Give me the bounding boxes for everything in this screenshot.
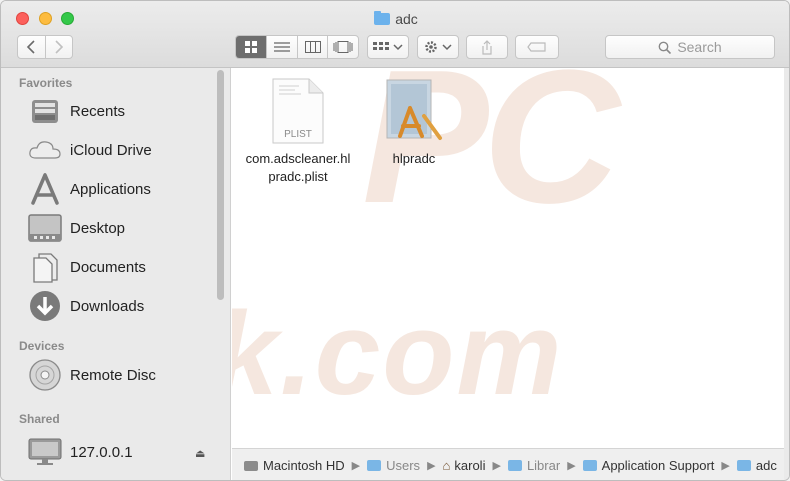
path-separator-icon: ▶ [427, 460, 436, 472]
download-icon [27, 289, 63, 323]
gallery-view-button[interactable] [327, 36, 358, 58]
sidebar: Favorites Recents iCloud Drive Applicati… [1, 68, 231, 480]
search-icon [658, 41, 672, 54]
folder-icon [367, 460, 382, 471]
hard-disk-icon [244, 460, 258, 471]
applications-icon [27, 172, 63, 206]
path-bar: Macintosh HD ▶ Users ▶ ⌂ karoli ▶ Librar … [232, 448, 784, 480]
sidebar-item-label: Desktop [70, 219, 126, 237]
path-item-macintosh-hd[interactable]: Macintosh HD ▶ [244, 458, 367, 473]
file-item-app[interactable]: hlpradc [370, 78, 458, 168]
file-name-line: hlpradc [392, 151, 436, 166]
folder-icon [507, 460, 522, 471]
sidebar-scrollbar[interactable] [217, 70, 224, 300]
icon-view-button[interactable] [236, 36, 267, 58]
chevron-down-icon [442, 44, 452, 51]
chevron-left-icon [27, 40, 36, 54]
sidebar-item-label: 127.0.0.1 [70, 443, 133, 461]
watermark-risk: risk.com [232, 288, 564, 420]
sidebar-item-desktop[interactable]: Desktop [27, 211, 125, 245]
path-separator-icon: ▶ [567, 460, 576, 472]
sidebar-item-applications[interactable]: Applications [27, 172, 151, 206]
list-icon [274, 42, 291, 52]
sidebar-item-label: Downloads [70, 297, 145, 315]
home-icon: ⌂ [442, 458, 451, 473]
file-name-line: pradc.plist [268, 169, 328, 184]
sidebar-item-icloud[interactable]: iCloud Drive [27, 133, 152, 167]
coverflow-icon [333, 41, 353, 53]
sidebar-item-recents[interactable]: Recents [27, 94, 125, 128]
shared-header: Shared [19, 412, 60, 426]
search-field[interactable]: Search [605, 35, 775, 59]
path-separator-icon: ▶ [492, 460, 501, 472]
window-title-text: adc [395, 11, 418, 27]
path-item-label: karoli [454, 458, 486, 473]
cloud-icon [27, 133, 63, 167]
column-view-button[interactable] [296, 36, 328, 58]
desktop-icon [27, 211, 63, 245]
path-item-label: Macintosh HD [263, 458, 345, 473]
eject-icon[interactable]: ⏏ [195, 447, 205, 460]
sidebar-item-label: Recents [70, 102, 126, 120]
sidebar-item-label: Remote Disc [70, 366, 156, 384]
list-view-button[interactable] [266, 36, 297, 58]
gear-icon [425, 41, 437, 53]
folder-icon [582, 460, 597, 471]
action-button[interactable] [417, 35, 459, 59]
sidebar-item-documents[interactable]: Documents [27, 250, 146, 284]
path-item-label: Users [386, 458, 421, 473]
forward-button[interactable] [44, 36, 72, 58]
plist-badge: PLIST [284, 129, 312, 140]
share-button[interactable] [466, 35, 508, 59]
path-item-adc[interactable]: adc [736, 458, 777, 473]
window-right-edge [784, 68, 789, 480]
path-item-label: adc [755, 458, 777, 473]
path-item-home[interactable]: ⌂ karoli ▶ [443, 458, 508, 473]
sidebar-item-label: iCloud Drive [70, 141, 152, 159]
navigation-buttons [17, 35, 73, 59]
chevron-down-icon [393, 44, 403, 51]
plist-file-icon: PLIST [271, 78, 325, 144]
recents-icon [27, 94, 63, 128]
devices-header: Devices [19, 339, 65, 353]
share-icon [482, 39, 492, 55]
tag-icon [527, 42, 546, 52]
back-button[interactable] [18, 36, 45, 58]
path-item-users[interactable]: Users ▶ [367, 458, 442, 473]
chevron-right-icon [55, 40, 64, 54]
arrange-grid-icon [373, 42, 389, 50]
search-placeholder: Search [677, 39, 722, 55]
folder-icon [374, 11, 391, 25]
folder-icon [736, 460, 751, 471]
sidebar-item-shared-host[interactable]: 127.0.0.1 [27, 435, 133, 469]
view-mode-group [235, 35, 359, 59]
disc-icon [27, 358, 63, 392]
path-item-library[interactable]: Librar ▶ [507, 458, 583, 473]
document-icon [27, 250, 63, 284]
toolbar: adc Search [1, 1, 789, 68]
path-item-label: Librar [526, 458, 561, 473]
file-name-line: com.adscleaner.hl [245, 151, 351, 166]
arrange-button[interactable] [367, 35, 409, 59]
favorites-header: Favorites [19, 76, 73, 90]
app-file-icon [384, 78, 444, 144]
finder-window: adc Search Favorites Recents iCloud Driv… [0, 0, 790, 481]
path-item-label: Application Support [601, 458, 715, 473]
columns-icon [304, 41, 321, 53]
file-browser-content: PC risk.com PLIST com.adscleaner.hl prad… [232, 68, 784, 448]
path-separator-icon: ▶ [721, 460, 730, 472]
monitor-icon [27, 435, 63, 469]
path-item-application-support[interactable]: Application Support ▶ [582, 458, 737, 473]
file-item-plist[interactable]: PLIST com.adscleaner.hl pradc.plist [234, 78, 362, 186]
sidebar-item-label: Applications [70, 180, 151, 198]
sidebar-item-remote-disc[interactable]: Remote Disc [27, 358, 156, 392]
window-title: adc [1, 11, 789, 27]
path-separator-icon: ▶ [351, 460, 361, 472]
sidebar-item-label: Documents [70, 258, 146, 276]
sidebar-item-downloads[interactable]: Downloads [27, 289, 144, 323]
tag-button[interactable] [515, 35, 559, 59]
grid-icon [245, 41, 258, 53]
